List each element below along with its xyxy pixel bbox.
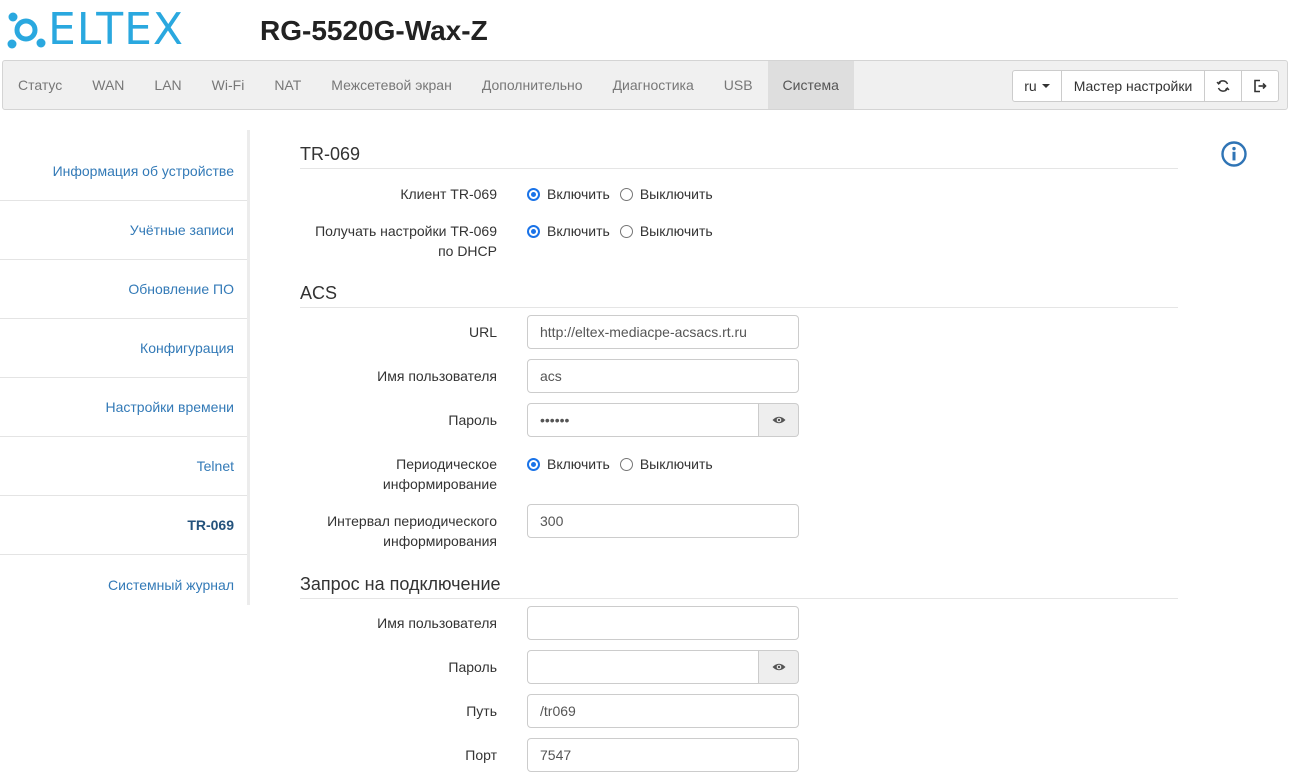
cr-port-label: Порт bbox=[465, 747, 497, 763]
nav-item-lan[interactable]: LAN bbox=[139, 61, 196, 109]
sidebar-item-tr069[interactable]: TR-069 bbox=[0, 496, 247, 555]
sidebar-item-time-settings[interactable]: Настройки времени bbox=[0, 378, 247, 437]
nav-item-wan[interactable]: WAN bbox=[77, 61, 139, 109]
nav-item-nat[interactable]: NAT bbox=[259, 61, 316, 109]
tr069-dhcp-disable-radio[interactable]: Выключить bbox=[619, 223, 713, 239]
acs-periodic-enable-radio[interactable]: Включить bbox=[527, 456, 610, 472]
radio-label: Включить bbox=[547, 186, 610, 202]
radio-label: Включить bbox=[547, 456, 610, 472]
nav-tools: ru Мастер настройки bbox=[1012, 70, 1279, 102]
device-title: RG-5520G-Wax-Z bbox=[260, 15, 488, 46]
label-line: Периодическое bbox=[396, 456, 497, 472]
cr-path-input[interactable]: /tr069 bbox=[527, 694, 799, 728]
acs-password-label: Пароль bbox=[448, 412, 497, 428]
tr069-dhcp-label: Получать настройки TR-069 по DHCP bbox=[315, 221, 497, 261]
sidebar-item-accounts[interactable]: Учётные записи bbox=[0, 201, 247, 260]
sidebar-item-firmware-update[interactable]: Обновление ПО bbox=[0, 260, 247, 319]
nav-item-status[interactable]: Статус bbox=[3, 61, 77, 109]
radio-label: Выключить bbox=[639, 456, 713, 472]
cr-username-label: Имя пользователя bbox=[377, 615, 497, 631]
acs-periodic-label: Периодическое информирование bbox=[383, 454, 497, 494]
cr-username-input[interactable] bbox=[527, 606, 799, 640]
logo-text: ELTEX bbox=[48, 4, 185, 55]
tr069-client-radio-group: Включить Выключить bbox=[527, 184, 723, 204]
acs-interval-label: Интервал периодического информирования bbox=[327, 511, 497, 551]
radio-checked-icon bbox=[527, 457, 540, 471]
main-navbar: Статус WAN LAN Wi-Fi NAT Межсетевой экра… bbox=[2, 60, 1288, 110]
cr-password-toggle-button[interactable] bbox=[759, 650, 799, 684]
logout-icon bbox=[1254, 79, 1267, 93]
nav-item-diagnostics[interactable]: Диагностика bbox=[598, 61, 709, 109]
acs-password-group: •••••• bbox=[527, 403, 799, 437]
acs-url-label: URL bbox=[468, 324, 497, 340]
tr069-dhcp-enable-radio[interactable]: Включить bbox=[527, 223, 610, 239]
tr069-client-enable-radio[interactable]: Включить bbox=[527, 186, 610, 202]
nav-item-usb[interactable]: USB bbox=[709, 61, 768, 109]
cr-port-input[interactable]: 7547 bbox=[527, 738, 799, 772]
nav-item-system[interactable]: Система bbox=[767, 61, 854, 109]
section-title-tr069: TR-069 bbox=[300, 143, 1178, 169]
info-button[interactable] bbox=[1221, 141, 1247, 170]
label-line: информирования bbox=[383, 533, 497, 549]
label-line: по DHCP bbox=[438, 243, 497, 259]
nav-menu: Статус WAN LAN Wi-Fi NAT Межсетевой экра… bbox=[3, 61, 854, 109]
eye-icon bbox=[772, 663, 785, 671]
cr-password-label: Пароль bbox=[448, 659, 497, 675]
sidebar-item-configuration[interactable]: Конфигурация bbox=[0, 319, 247, 378]
radio-unchecked-icon bbox=[619, 187, 633, 201]
info-icon bbox=[1221, 141, 1247, 167]
eltex-logo: ELTEX bbox=[6, 8, 184, 52]
acs-periodic-disable-radio[interactable]: Выключить bbox=[619, 456, 713, 472]
section-title-connection-request: Запрос на подключение bbox=[300, 573, 1178, 599]
language-dropdown[interactable]: ru bbox=[1012, 70, 1062, 102]
label-line: Интервал периодического bbox=[327, 513, 497, 529]
nav-item-wifi[interactable]: Wi-Fi bbox=[197, 61, 260, 109]
acs-username-label: Имя пользователя bbox=[377, 368, 497, 384]
sidebar-item-device-info[interactable]: Информация об устройстве bbox=[0, 130, 247, 201]
radio-label: Выключить bbox=[639, 186, 713, 202]
logout-button[interactable] bbox=[1241, 70, 1279, 102]
acs-periodic-radio-group: Включить Выключить bbox=[527, 454, 723, 474]
radio-unchecked-icon bbox=[619, 224, 633, 238]
acs-password-input[interactable]: •••••• bbox=[527, 403, 759, 437]
tr069-client-label: Клиент TR-069 bbox=[400, 186, 497, 202]
label-line: информирование bbox=[382, 476, 497, 492]
system-sidebar: Информация об устройстве Учётные записи … bbox=[0, 130, 250, 605]
cr-password-input[interactable] bbox=[527, 650, 759, 684]
radio-unchecked-icon bbox=[619, 457, 633, 471]
tr069-dhcp-radio-group: Включить Выключить bbox=[527, 221, 723, 241]
acs-url-input[interactable]: http://eltex-mediacpe-acsacs.rt.ru bbox=[527, 315, 799, 349]
language-value: ru bbox=[1024, 78, 1037, 94]
acs-password-toggle-button[interactable] bbox=[759, 403, 799, 437]
acs-interval-input[interactable]: 300 bbox=[527, 504, 799, 538]
radio-checked-icon bbox=[527, 224, 540, 238]
nav-item-advanced[interactable]: Дополнительно bbox=[467, 61, 598, 109]
tr069-client-disable-radio[interactable]: Выключить bbox=[619, 186, 713, 202]
label-line: Получать настройки TR-069 bbox=[315, 223, 497, 239]
radio-checked-icon bbox=[527, 187, 540, 201]
eye-icon bbox=[772, 416, 785, 424]
nav-item-firewall[interactable]: Межсетевой экран bbox=[316, 61, 467, 109]
caret-down-icon bbox=[1041, 84, 1050, 88]
radio-label: Выключить bbox=[639, 223, 713, 239]
acs-username-input[interactable]: acs bbox=[527, 359, 799, 393]
logo-mark-icon bbox=[7, 12, 46, 49]
refresh-button[interactable] bbox=[1204, 70, 1242, 102]
setup-wizard-button[interactable]: Мастер настройки bbox=[1061, 70, 1205, 102]
sidebar-item-telnet[interactable]: Telnet bbox=[0, 437, 247, 496]
radio-label: Включить bbox=[547, 223, 610, 239]
section-title-acs: ACS bbox=[300, 282, 1178, 308]
cr-path-label: Путь bbox=[466, 703, 497, 719]
cr-password-group bbox=[527, 650, 799, 684]
sidebar-item-system-log[interactable]: Системный журнал bbox=[0, 555, 247, 614]
refresh-icon bbox=[1216, 80, 1230, 92]
